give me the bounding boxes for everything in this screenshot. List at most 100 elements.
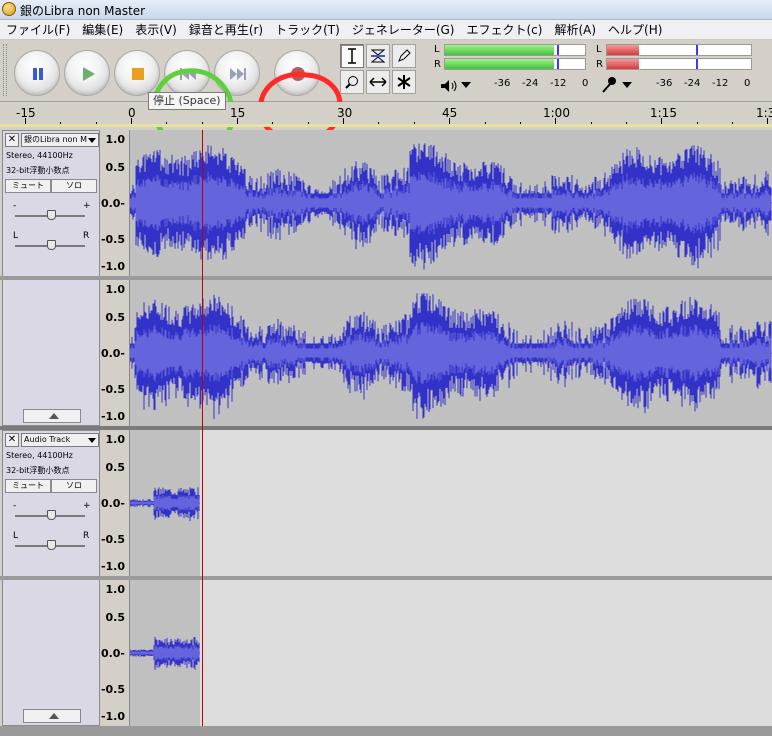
play-tick-36: -36 [494, 78, 511, 89]
envelope-tool[interactable] [366, 44, 390, 68]
track-1-ch2-amplitude-ruler: 1.0 0.5 0.0- -0.5 -1.0 [100, 280, 130, 426]
multi-tool[interactable] [392, 70, 416, 94]
track-2-collapse-button[interactable] [23, 709, 81, 723]
main-toolbar: L R -36 -24 -12 0 L R -36 -24 -12 0 [0, 40, 772, 156]
amp-label: 0.5 [105, 461, 126, 474]
record-button[interactable] [274, 50, 320, 96]
amp-label: 1.0 [105, 133, 126, 146]
track-2-ch2-amplitude-ruler: 1.0 0.5 0.0- -0.5 -1.0 [100, 580, 130, 726]
stop-icon [115, 51, 161, 97]
track-1-ch1-amplitude-ruler: 1.0 0.5 0.0- -0.5 -1.0 [100, 130, 130, 276]
track-2-sample-format: 32-bit浮動小数点 [6, 466, 70, 475]
track-1-close-button[interactable]: ✕ [5, 133, 19, 147]
play-tick-12: -12 [550, 78, 567, 89]
track-2-name-menu[interactable]: Audio Track [21, 433, 99, 447]
envelope-icon [370, 49, 386, 63]
magnifier-icon [345, 76, 358, 89]
dropdown-arrow-icon [88, 138, 96, 143]
draw-tool[interactable] [392, 44, 416, 68]
record-icon [275, 51, 321, 97]
track-1-ch1-waveform[interactable] [130, 130, 772, 276]
track-2-name: Audio Track [24, 435, 71, 444]
track-1-ch2-waveform[interactable] [130, 280, 772, 426]
track-1-pan-knob[interactable] [47, 240, 56, 250]
play-meter-right-fill [445, 59, 555, 69]
play-button[interactable] [64, 50, 110, 96]
stop-button[interactable] [114, 50, 160, 96]
waveform-svg [130, 293, 772, 419]
track-1-sample-format: 32-bit浮動小数点 [6, 166, 70, 175]
track-2-pan-knob[interactable] [47, 540, 56, 550]
gain-plus-label: + [83, 201, 91, 211]
amp-label: 0.5 [105, 161, 126, 174]
double-arrow-icon [369, 77, 387, 87]
rec-tick-12: -12 [712, 78, 729, 89]
skip-to-end-button[interactable] [214, 50, 260, 96]
rec-meter-left[interactable] [606, 44, 752, 56]
playback-cursor[interactable] [202, 130, 203, 726]
track-2-close-button[interactable]: ✕ [5, 433, 19, 447]
track-1-collapse-button[interactable] [23, 409, 81, 423]
play-meter-left-peak [557, 45, 559, 55]
play-meter-right-label: R [434, 59, 441, 70]
time-shift-tool[interactable] [366, 70, 390, 94]
rec-meter-right[interactable] [606, 58, 752, 70]
amp-label: 1.0 [105, 583, 126, 596]
empty-track-region [200, 580, 772, 726]
timeline-ruler[interactable]: -15 0 15 30 45 1:00 1:15 1:3 [0, 102, 772, 126]
play-meter-right-peak [557, 59, 559, 69]
app-icon [2, 2, 16, 16]
rec-meter-right-peak [696, 59, 699, 69]
microphone-icon[interactable] [600, 76, 618, 98]
menu-effect[interactable]: エフェクト(c) [461, 20, 549, 39]
amp-label: -1.0 [100, 410, 125, 423]
menu-edit[interactable]: 編集(E) [76, 20, 129, 39]
pause-button[interactable] [14, 50, 60, 96]
skip-to-start-button[interactable] [164, 50, 210, 96]
menu-view[interactable]: 表示(V) [129, 20, 183, 39]
track-1-mute-button[interactable]: ミュート [5, 179, 51, 193]
track-1-name: 銀のLibra non M [24, 135, 87, 144]
zoom-tool[interactable] [340, 70, 364, 94]
toolbar-grip[interactable] [3, 44, 7, 96]
play-meter-dropdown-icon[interactable] [461, 82, 471, 88]
pause-icon [15, 51, 61, 97]
menu-tracks[interactable]: トラック(T) [269, 20, 346, 39]
pan-right-label: R [83, 531, 90, 541]
track-1-format: Stereo, 44100Hz [6, 151, 73, 160]
play-meter-left-fill [445, 45, 555, 55]
menu-help[interactable]: ヘルプ(H) [602, 20, 668, 39]
speaker-icon[interactable] [440, 78, 460, 97]
track-1-name-menu[interactable]: 銀のLibra non M [21, 133, 99, 147]
play-meter-right[interactable] [444, 58, 586, 70]
menu-file[interactable]: ファイル(F) [0, 20, 76, 39]
track-2-mute-button[interactable]: ミュート [5, 479, 51, 493]
menu-analyze[interactable]: 解析(A) [548, 20, 602, 39]
amp-label: 1.0 [105, 283, 126, 296]
ruler-label: 1:15 [650, 106, 677, 120]
pan-left-label: L [13, 231, 19, 241]
amp-label: 0.0- [100, 497, 125, 510]
title-bar: 銀のLibra non Master [0, 0, 772, 20]
rec-tick-24: -24 [684, 78, 701, 89]
stop-tooltip: 停止 (Space) [148, 92, 226, 110]
audacity-window: 銀のLibra non Master ファイル(F) 編集(E) 表示(V) 録… [0, 0, 772, 736]
menu-transport[interactable]: 録音と再生(r) [183, 20, 269, 39]
track-2-ch1-waveform[interactable] [130, 430, 772, 576]
track-2-gain-knob[interactable] [47, 510, 56, 520]
rec-meter-right-fill [607, 59, 639, 69]
track-2-solo-button[interactable]: ソロ [51, 479, 97, 493]
rec-meter-dropdown-icon[interactable] [622, 82, 632, 88]
track-1-gain-knob[interactable] [47, 210, 56, 220]
play-region-bar[interactable] [0, 124, 772, 127]
menu-bar: ファイル(F) 編集(E) 表示(V) 録音と再生(r) トラック(T) ジェネ… [0, 20, 772, 40]
play-meter-left[interactable] [444, 44, 586, 56]
selection-tool[interactable] [340, 44, 364, 68]
track-1-solo-button[interactable]: ソロ [51, 179, 97, 193]
track-2-ch2-waveform[interactable] [130, 580, 772, 726]
menu-generate[interactable]: ジェネレーター(G) [346, 20, 461, 39]
amp-label: 1.0 [105, 433, 126, 446]
window-title: 銀のLibra non Master [20, 4, 146, 18]
ruler-label: 1:00 [543, 106, 570, 120]
amp-label: -0.5 [100, 533, 125, 546]
